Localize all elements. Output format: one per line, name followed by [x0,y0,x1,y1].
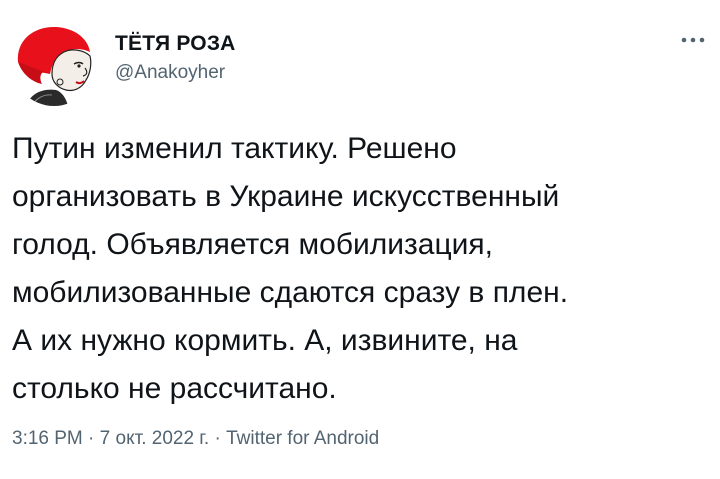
separator: · [209,428,227,449]
user-handle[interactable]: @Anakoyher [115,62,225,84]
tweet-date[interactable]: 7 окт. 2022 г. [100,428,210,449]
tweet-metadata: 3:16 PM · 7 окт. 2022 г. · Twitter for A… [12,428,379,450]
separator: · [82,428,100,449]
display-name[interactable]: ТЁТЯ РОЗА [115,32,236,56]
tweet-source[interactable]: Twitter for Android [226,428,379,449]
more-options-button[interactable] [676,30,710,50]
more-horizontal-icon [681,37,705,43]
tweet-text: Путин изменил тактику. Решено организова… [12,132,569,405]
tweet-card: ТЁТЯ РОЗА @Anakoyher Путин изменил такти… [0,0,720,479]
avatar-illustration-icon [12,22,96,106]
user-avatar[interactable] [12,22,96,106]
tweet-time[interactable]: 3:16 PM [12,428,83,449]
